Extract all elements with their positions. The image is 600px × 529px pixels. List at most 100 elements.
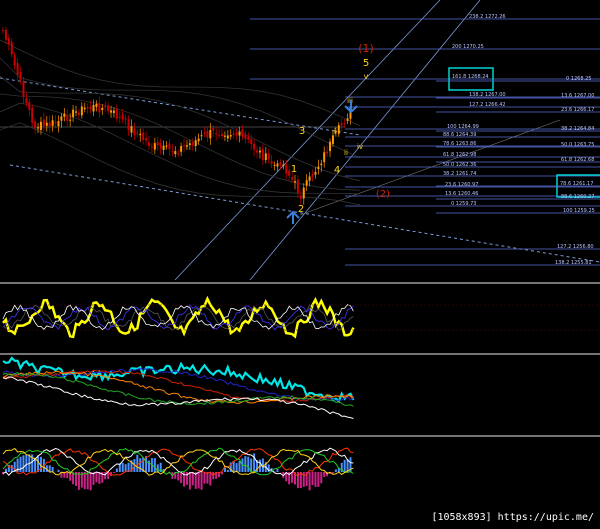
candle-body xyxy=(145,138,147,140)
histogram-bar xyxy=(312,472,314,485)
candle-body xyxy=(306,180,308,185)
histogram-bar xyxy=(95,472,97,482)
candle-body xyxy=(81,106,83,115)
fib-level-label: 38.2 1261.74 xyxy=(443,171,476,177)
histogram-bar xyxy=(52,467,54,472)
candle-body xyxy=(49,122,51,126)
oscillator-panel-1 xyxy=(0,299,600,337)
candle-body xyxy=(259,151,261,153)
fib-level-label: 0 1268.25 xyxy=(566,76,591,82)
oscillator-1-series xyxy=(3,299,353,337)
candle-body xyxy=(130,126,132,133)
candle-body xyxy=(326,152,328,154)
fib-level-label: 200 1270.25 xyxy=(452,44,484,50)
candle-body xyxy=(317,167,319,169)
wave-label: 4 xyxy=(334,165,340,176)
candle-body xyxy=(72,110,74,117)
histogram-bar xyxy=(227,470,229,472)
candle-body xyxy=(136,133,138,134)
wave-label: i xyxy=(334,127,336,136)
envelope-curve xyxy=(0,103,360,194)
wave-label: 3 xyxy=(299,126,305,137)
candle-body xyxy=(154,143,156,149)
candle-body xyxy=(128,119,130,130)
candle-body xyxy=(271,161,273,164)
histogram-bar xyxy=(136,455,138,472)
candle-body xyxy=(148,142,150,146)
candle-body xyxy=(192,142,194,146)
candle-body xyxy=(78,113,80,116)
fib-level-label: 100 1259.25 xyxy=(563,208,595,214)
candle-body xyxy=(101,108,103,110)
candle-body xyxy=(303,188,305,199)
histogram-bar xyxy=(98,472,100,484)
candle-body xyxy=(160,143,162,149)
histogram-bar xyxy=(300,472,302,488)
candle-body xyxy=(55,122,57,123)
histogram-bar xyxy=(209,472,211,485)
histogram-bar xyxy=(90,472,92,490)
histogram-bar xyxy=(125,464,127,472)
candle-body xyxy=(344,123,346,124)
candle-body xyxy=(5,30,7,40)
wave-label: v xyxy=(364,72,369,81)
candle-body xyxy=(244,134,246,139)
wave-label: 1 xyxy=(291,164,297,175)
candle-body xyxy=(338,125,340,134)
fib-level-label: 138.2 1255.81 xyxy=(555,260,592,266)
candle-body xyxy=(186,145,188,146)
candle-body xyxy=(282,165,284,167)
candle-body xyxy=(291,177,293,180)
candle-body xyxy=(253,144,255,150)
histogram-bar xyxy=(66,472,68,478)
fib-level-label: 23.6 1260.97 xyxy=(445,182,478,188)
candle-body xyxy=(201,135,203,136)
chart-canvas: 238.2 1272.26200 1270.25161.8 1268.240 1… xyxy=(0,0,600,525)
candle-body xyxy=(31,108,33,123)
histogram-bar xyxy=(317,472,319,487)
histogram-bar xyxy=(344,460,346,472)
candle-body xyxy=(203,132,205,133)
histogram-bar xyxy=(139,458,141,472)
fib-level-label: 138.2 1267.00 xyxy=(469,92,506,98)
candle-body xyxy=(209,130,211,138)
fib-level-label: 0 1259.73 xyxy=(451,201,476,207)
candle-body xyxy=(174,151,176,154)
wave-label: (1) xyxy=(358,42,374,55)
fib-level-label: 127.2 1266.42 xyxy=(469,102,506,108)
histogram-bar xyxy=(276,469,278,472)
candle-body xyxy=(285,165,287,174)
fib-level-label: 38.2 1264.84 xyxy=(561,126,594,132)
histogram-bar xyxy=(11,465,13,472)
candle-body xyxy=(294,181,296,182)
candle-body xyxy=(250,139,252,144)
candle-body xyxy=(233,134,235,135)
candle-body xyxy=(98,103,100,112)
histogram-bar xyxy=(57,470,59,472)
candle-body xyxy=(104,106,106,107)
histogram-bar xyxy=(104,472,106,479)
candle-body xyxy=(69,120,71,121)
candle-body xyxy=(312,174,314,177)
histogram-bar xyxy=(122,463,124,472)
candle-body xyxy=(122,114,124,119)
candle-body xyxy=(256,151,258,153)
histogram-bar xyxy=(314,472,316,487)
candle-body xyxy=(17,63,19,75)
candle-body xyxy=(212,128,214,130)
candle-body xyxy=(22,81,24,97)
histogram-bar xyxy=(84,472,86,489)
candle-body xyxy=(276,163,278,166)
candle-body xyxy=(40,122,42,130)
candle-body xyxy=(166,146,168,147)
fib-level-label: 50.0 1262.36 xyxy=(443,162,476,168)
price-panel: 238.2 1272.26200 1270.25161.8 1268.240 1… xyxy=(0,0,600,280)
candle-body xyxy=(151,146,153,147)
candle-body xyxy=(93,105,95,112)
histogram-bar xyxy=(291,472,293,483)
histogram-bar xyxy=(154,458,156,472)
candle-body xyxy=(314,172,316,175)
histogram-bar xyxy=(116,469,118,472)
candle-body xyxy=(323,152,325,162)
candle-body xyxy=(224,136,226,137)
